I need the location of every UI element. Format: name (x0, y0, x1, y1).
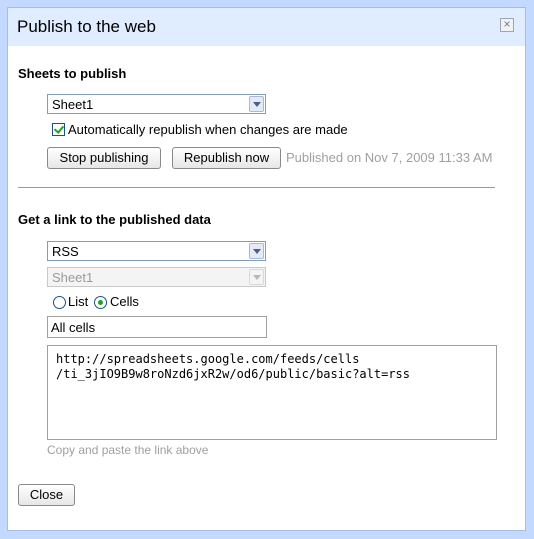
dialog-title: Publish to the web (17, 17, 156, 36)
auto-republish-checkbox[interactable] (52, 123, 65, 136)
format-select-value: RSS (52, 244, 79, 259)
republish-now-button[interactable]: Republish now (172, 147, 281, 169)
dialog-titlebar: Publish to the web × (8, 8, 525, 46)
format-select[interactable]: RSS (47, 241, 266, 261)
publish-status: Published on Nov 7, 2009 11:33 AM (286, 150, 493, 165)
stop-publishing-button[interactable]: Stop publishing (47, 147, 161, 169)
list-radio-label: List (68, 294, 89, 309)
close-icon[interactable]: × (500, 18, 514, 32)
link-sheet-select-value: Sheet1 (52, 270, 94, 285)
list-radio[interactable] (53, 296, 66, 309)
section-divider (18, 187, 495, 188)
publish-dialog: Publish to the web × Sheets to publish S… (0, 0, 534, 539)
chevron-down-icon (249, 243, 264, 259)
cells-radio[interactable] (94, 296, 107, 309)
published-url-textarea[interactable]: http://spreadsheets.google.com/feeds/cel… (47, 345, 497, 440)
sheet-select-value: Sheet1 (52, 97, 94, 112)
auto-republish-label: Automatically republish when changes are… (68, 122, 348, 137)
close-button[interactable]: Close (18, 484, 75, 506)
copy-hint: Copy and paste the link above (47, 443, 209, 457)
chevron-down-icon (249, 96, 264, 112)
cells-radio-label: Cells (110, 294, 139, 309)
sheet-select[interactable]: Sheet1 (47, 94, 266, 114)
range-input[interactable]: All cells (47, 316, 267, 338)
sheets-heading: Sheets to publish (18, 66, 127, 81)
link-sheet-select: Sheet1 (47, 267, 266, 287)
chevron-down-icon (249, 269, 264, 285)
link-heading: Get a link to the published data (18, 212, 211, 227)
dialog-body: Publish to the web × Sheets to publish S… (7, 7, 526, 531)
